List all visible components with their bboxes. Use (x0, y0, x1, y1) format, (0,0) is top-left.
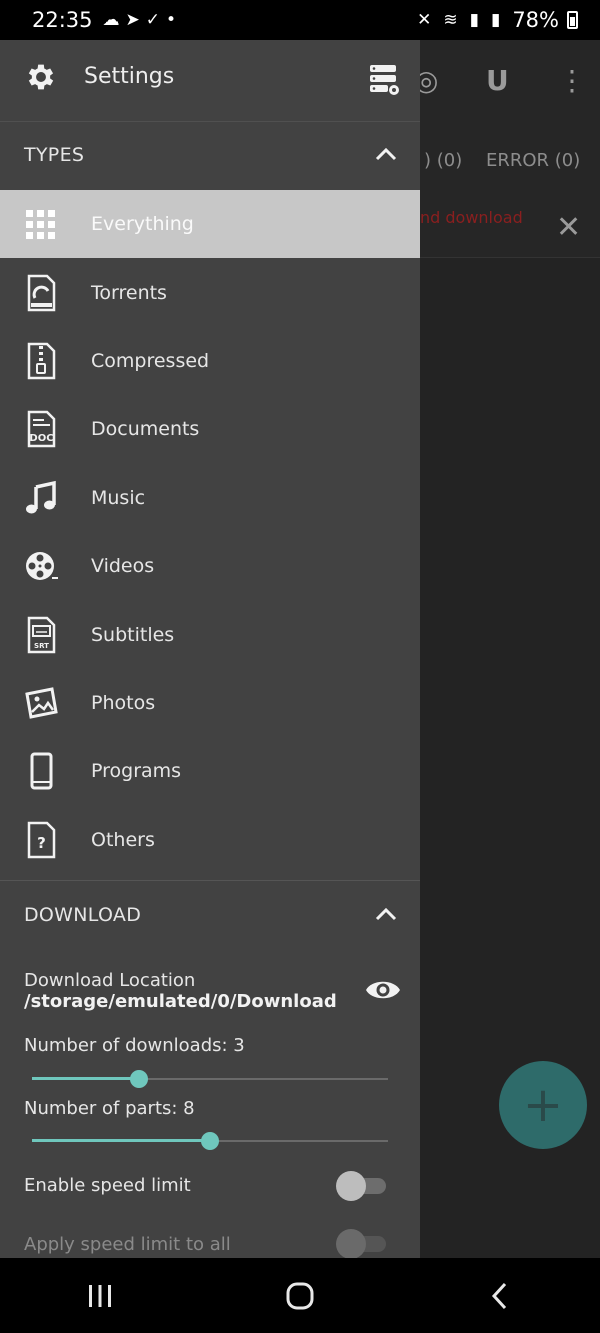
toggle-knob (336, 1229, 366, 1258)
status-time: 22:35 (32, 8, 93, 32)
eye-icon[interactable] (364, 976, 402, 1004)
apply-all-toggle[interactable] (336, 1228, 388, 1258)
gear-icon[interactable] (24, 60, 58, 94)
type-label: Compressed (91, 349, 210, 372)
more-vert-icon: ⋮ (558, 64, 586, 97)
num-downloads-label: Number of downloads: 3 (24, 1035, 245, 1056)
signal-icon: ▮ (469, 10, 479, 30)
toggle-knob (336, 1171, 366, 1201)
status-bar: 22:35 ☁ ➤ ✓ • ✕ ≋ ▮ ▮ 78% (0, 0, 600, 40)
slider-fill (32, 1139, 210, 1142)
section-divider (0, 880, 420, 881)
type-label: Programs (91, 760, 182, 783)
svg-text:SRT: SRT (34, 642, 49, 650)
type-label: Everything (91, 213, 194, 236)
types-section-label: TYPES (24, 144, 85, 166)
type-label: Documents (91, 418, 200, 441)
slider-thumb[interactable] (129, 1070, 148, 1088)
type-item-everything[interactable]: Everything (0, 190, 420, 259)
slider-thumb[interactable] (201, 1132, 219, 1150)
battery-icon (567, 11, 578, 29)
drawer-title: Settings (84, 64, 175, 89)
wifi-icon: ≋ (443, 10, 458, 30)
back-icon (491, 1282, 507, 1309)
grid-icon (26, 210, 55, 240)
type-label: Music (91, 486, 146, 509)
speed-limit-label: Enable speed limit (24, 1175, 191, 1196)
navigation-drawer: Settings TYPES Everything Torrents Compr… (0, 40, 420, 1258)
type-item-photos[interactable]: Photos (0, 669, 420, 737)
apply-all-label: Apply speed limit to all (24, 1234, 231, 1255)
download-location-path[interactable]: /storage/emulated/0/Download (24, 991, 337, 1012)
type-item-subtitles[interactable]: SRT Subtitles (0, 600, 420, 668)
download-section-label: DOWNLOAD (24, 904, 142, 926)
film-reel-icon (26, 552, 58, 581)
num-downloads-slider[interactable] (32, 1067, 388, 1091)
num-parts-slider[interactable] (32, 1129, 388, 1153)
torrent-file-icon (27, 274, 56, 311)
types-section-header[interactable]: TYPES (0, 122, 420, 190)
slider-fill (32, 1077, 139, 1080)
type-item-documents[interactable]: DOC Documents (0, 395, 420, 463)
magnet-icon: U (486, 64, 509, 97)
type-item-others[interactable]: ? Others (0, 806, 420, 874)
dot-icon: • (166, 10, 177, 30)
system-navigation-bar (0, 1258, 600, 1333)
question-file-icon: ? (27, 821, 56, 858)
banner-text: nd download (420, 208, 523, 227)
tab-partial: ) (0) (424, 150, 463, 171)
server-settings-icon[interactable] (368, 62, 400, 96)
drawer-header: Settings (0, 40, 420, 122)
status-right: ✕ ≋ ▮ ▮ 78% (417, 8, 578, 32)
cloud-icon: ☁ (102, 10, 120, 30)
screen: 22:35 ☁ ➤ ✓ • ✕ ≋ ▮ ▮ 78% ◎ U ⋮ ) (0) ER… (0, 0, 600, 1333)
mute-icon: ✕ (417, 10, 432, 30)
type-item-torrents[interactable]: Torrents (0, 258, 420, 326)
num-parts-label: Number of parts: 8 (24, 1098, 195, 1119)
chevron-up-icon[interactable] (374, 144, 398, 164)
type-label: Photos (91, 691, 156, 714)
type-label: Videos (91, 555, 155, 578)
type-item-compressed[interactable]: Compressed (0, 327, 420, 395)
send-icon: ➤ (125, 10, 140, 30)
home-icon (286, 1282, 314, 1309)
download-section-header[interactable]: DOWNLOAD (0, 882, 420, 950)
svg-text:?: ? (37, 834, 46, 852)
types-list: Everything Torrents Compressed DOC Docum… (0, 190, 420, 874)
type-label: Torrents (91, 281, 167, 304)
tab-error: ERROR (0) (486, 150, 581, 171)
zip-file-icon (27, 342, 56, 380)
type-label: Others (91, 828, 155, 851)
signal-icon-2: ▮ (490, 10, 501, 30)
type-label: Subtitles (91, 623, 175, 646)
doc-file-icon: DOC (27, 411, 56, 448)
type-item-programs[interactable]: Programs (0, 737, 420, 805)
photo-icon (25, 687, 58, 719)
music-note-icon (26, 480, 56, 514)
add-fab-button: + (499, 1061, 587, 1149)
close-icon: ✕ (556, 210, 582, 245)
phone-icon (30, 752, 53, 790)
home-button[interactable] (270, 1271, 330, 1321)
chevron-up-icon[interactable] (374, 904, 398, 924)
type-item-videos[interactable]: Videos (0, 532, 420, 600)
check-icon: ✓ (145, 10, 161, 30)
battery-percent: 78% (512, 8, 559, 32)
svg-text:DOC: DOC (29, 433, 53, 444)
download-location-title: Download Location (24, 970, 196, 991)
srt-file-icon: SRT (27, 616, 56, 653)
recent-apps-button[interactable] (70, 1271, 130, 1321)
recents-icon (89, 1284, 111, 1307)
type-item-music[interactable]: Music (0, 464, 420, 532)
speed-limit-toggle[interactable] (336, 1170, 388, 1201)
back-button[interactable] (470, 1271, 530, 1321)
